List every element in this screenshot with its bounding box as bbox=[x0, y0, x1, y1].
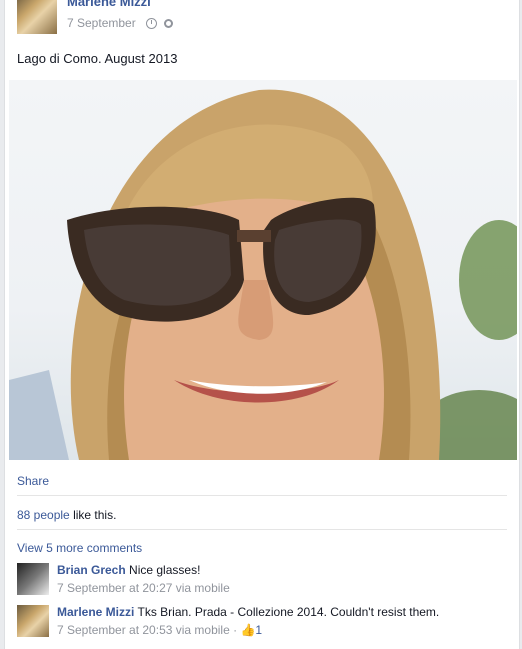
comment-time[interactable]: 7 September at 20:27 via mobile bbox=[57, 581, 230, 595]
commenter-avatar[interactable] bbox=[17, 605, 49, 637]
comment-item: Marlene Mizzi Tks Brian. Prada - Collezi… bbox=[17, 605, 507, 641]
comment-text: Nice glasses! bbox=[129, 563, 201, 577]
comment-meta: 7 September at 20:53 via mobile · 👍1 bbox=[57, 623, 262, 637]
share-link[interactable]: Share bbox=[17, 474, 49, 488]
post-card: Marlene Mizzi 7 September Lago di Como. … bbox=[4, 0, 520, 649]
globe-icon[interactable] bbox=[163, 18, 173, 28]
clock-icon bbox=[145, 17, 157, 29]
photo-illustration bbox=[9, 89, 517, 460]
commenter-avatar[interactable] bbox=[17, 563, 49, 595]
divider bbox=[17, 529, 507, 530]
likes-summary: 88 people like this. bbox=[17, 508, 116, 522]
comment-like-count[interactable]: 1 bbox=[255, 623, 262, 637]
post-actions: Share bbox=[17, 474, 49, 488]
comment-time[interactable]: 7 September at 20:53 via mobile bbox=[57, 623, 230, 637]
comment-body: Marlene Mizzi Tks Brian. Prada - Collezi… bbox=[57, 605, 439, 619]
comment-text: Tks Brian. Prada - Collezione 2014. Coul… bbox=[137, 605, 440, 619]
commenter-name[interactable]: Brian Grech bbox=[57, 563, 126, 577]
comment-body: Brian Grech Nice glasses! bbox=[57, 563, 200, 577]
post-photo[interactable] bbox=[9, 80, 517, 460]
post-caption: Lago di Como. August 2013 bbox=[17, 51, 178, 66]
comment-meta-separator: · bbox=[233, 623, 238, 637]
divider bbox=[17, 495, 507, 496]
author-name[interactable]: Marlene Mizzi bbox=[67, 0, 151, 9]
post-meta: 7 September bbox=[67, 16, 173, 30]
post-header: Marlene Mizzi 7 September bbox=[17, 0, 507, 34]
view-more-comments-link[interactable]: View 5 more comments bbox=[17, 541, 142, 555]
comment-item: Brian Grech Nice glasses! 7 September at… bbox=[17, 563, 507, 599]
likes-count[interactable]: 88 people bbox=[17, 508, 70, 522]
thumbs-up-icon[interactable]: 👍 bbox=[240, 623, 255, 637]
likes-suffix: like this. bbox=[73, 508, 117, 522]
author-avatar[interactable] bbox=[17, 0, 57, 34]
post-date[interactable]: 7 September bbox=[67, 16, 136, 30]
commenter-name[interactable]: Marlene Mizzi bbox=[57, 605, 134, 619]
